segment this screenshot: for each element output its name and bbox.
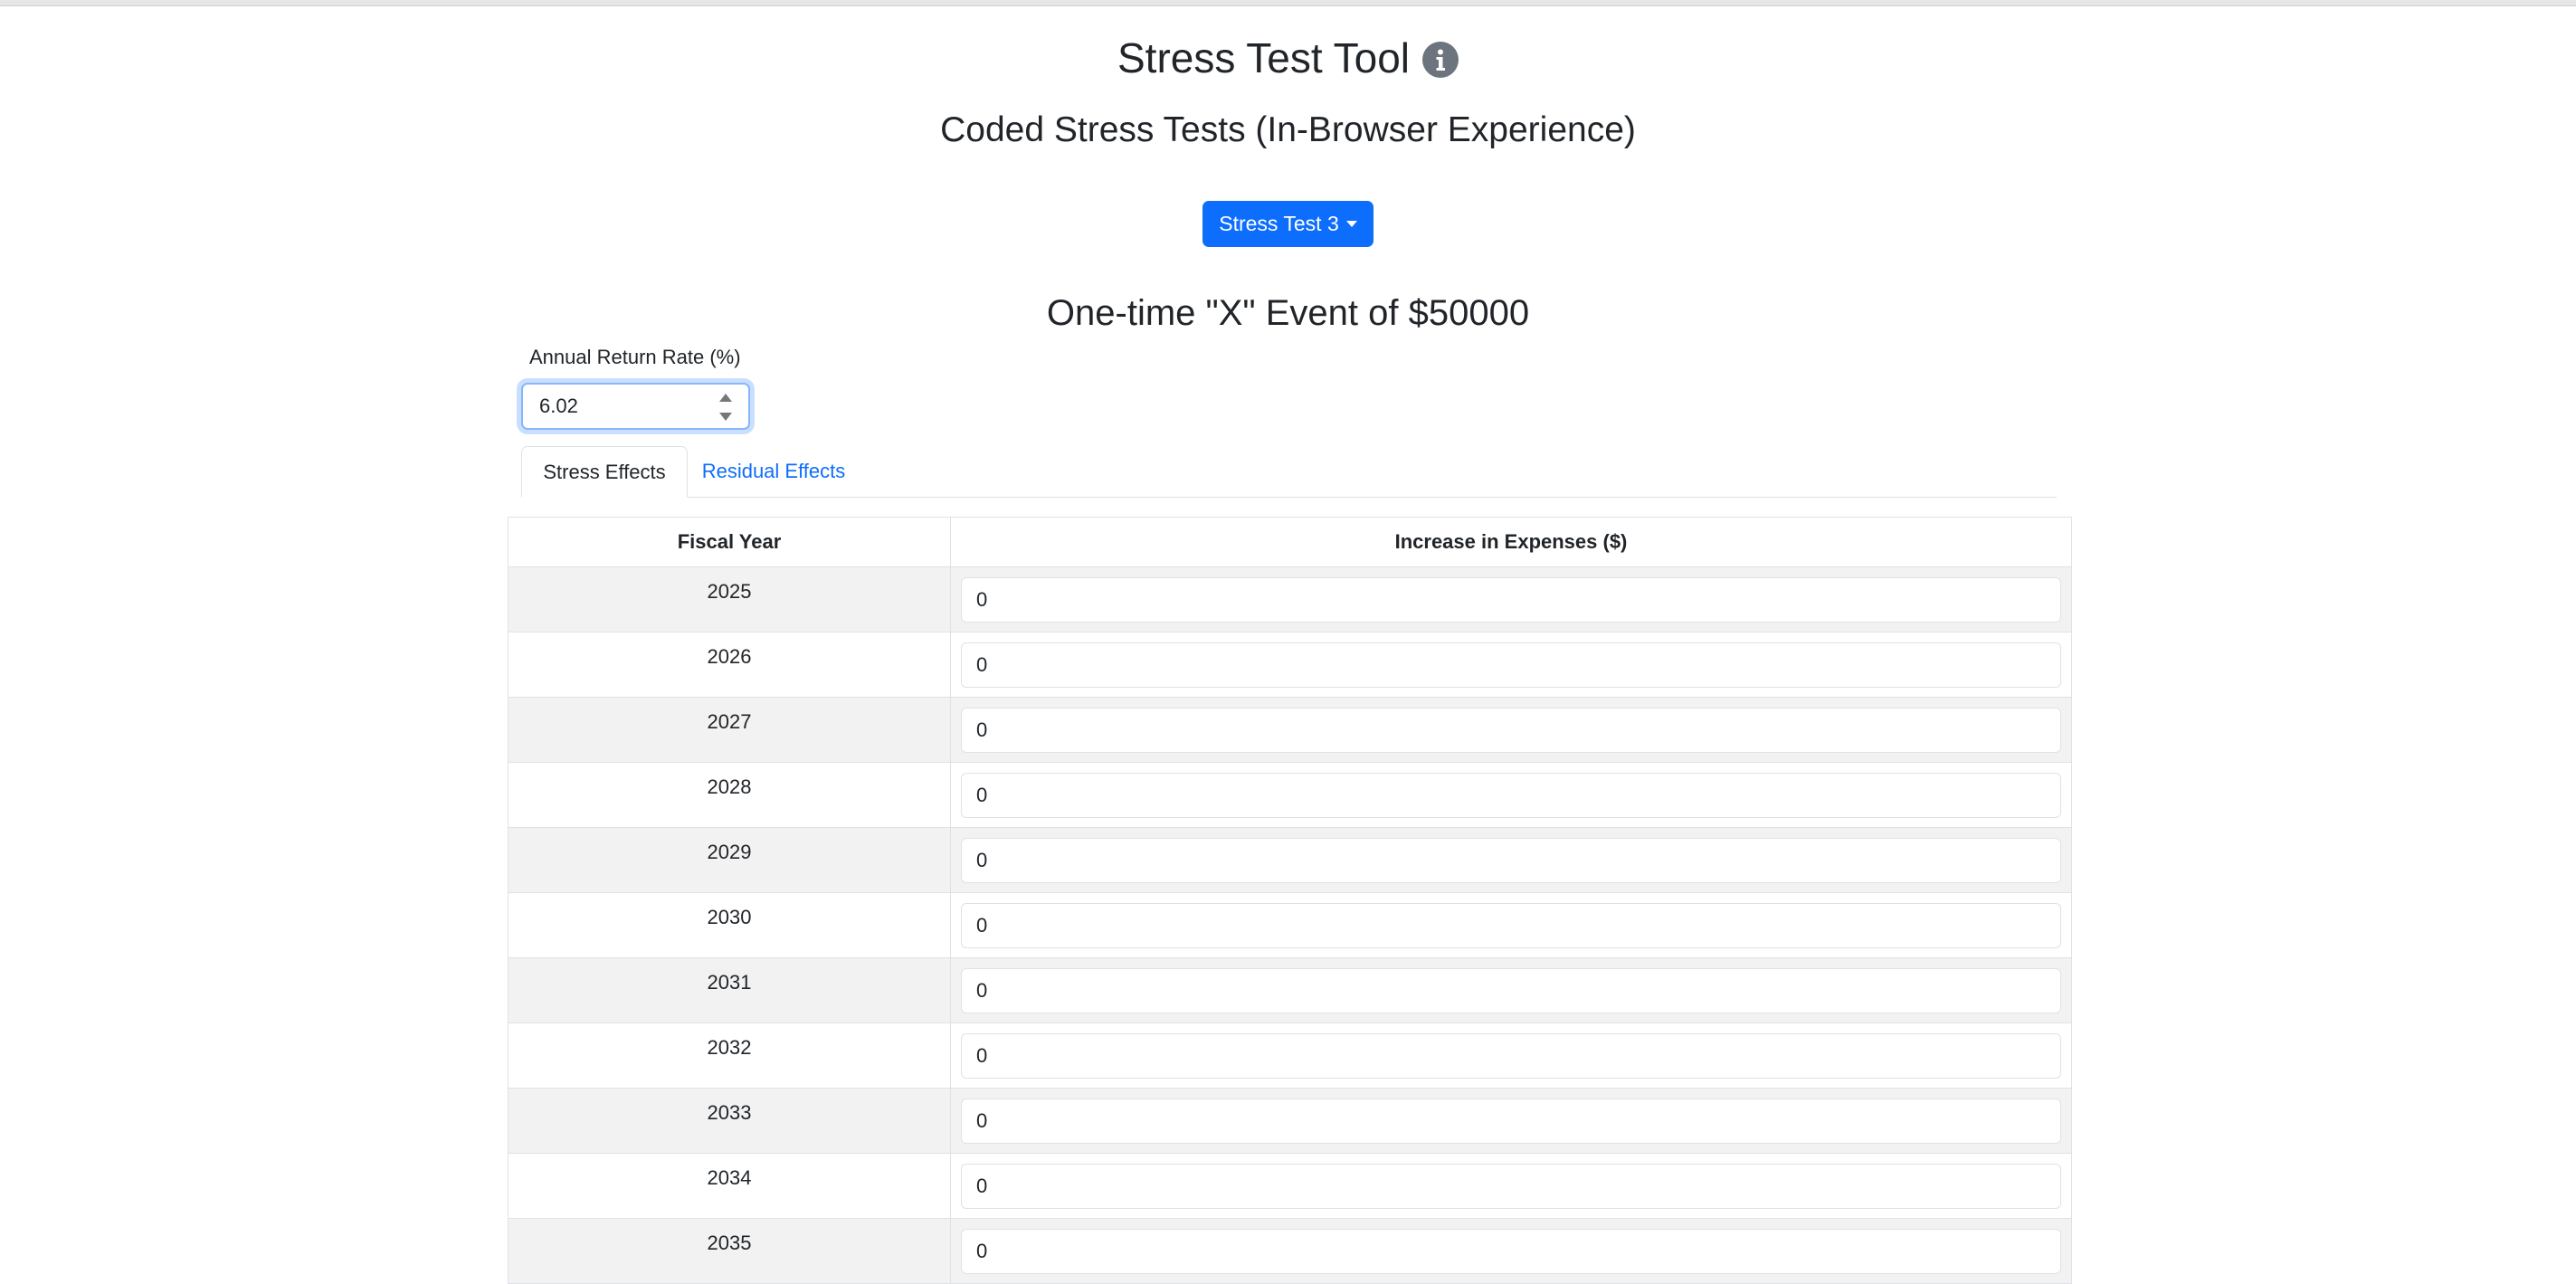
fiscal-year-cell: 2026: [508, 632, 951, 698]
stress-effects-table: Fiscal Year Increase in Expenses ($) 202…: [508, 517, 2072, 1284]
tab-stress-effects[interactable]: Stress Effects: [521, 446, 688, 498]
table-row: 2027: [508, 697, 2072, 763]
caret-down-icon: [1345, 221, 1357, 227]
info-circle-icon[interactable]: [1422, 42, 1459, 78]
fiscal-year-cell: 2035: [508, 1218, 951, 1284]
expense-input[interactable]: [961, 642, 2061, 688]
annual-return-rate-label: Annual Return Rate (%): [529, 346, 741, 368]
stress-test-dropdown-button[interactable]: Stress Test 3: [1202, 201, 1374, 247]
expense-input[interactable]: [961, 1228, 2061, 1274]
dropdown-label: Stress Test 3: [1219, 212, 1339, 235]
expense-input[interactable]: [961, 1163, 2061, 1209]
stress-test-selector: Stress Test 3: [0, 201, 2576, 247]
table-row: 2028: [508, 762, 2072, 828]
expense-input[interactable]: [961, 1098, 2061, 1144]
expense-input[interactable]: [961, 576, 2061, 623]
fiscal-year-cell: 2028: [508, 762, 951, 828]
table-row: 2025: [508, 566, 2072, 632]
expense-cell: [950, 632, 2072, 698]
table-row: 2034: [508, 1153, 2072, 1219]
page-subtitle: Coded Stress Tests (In-Browser Experienc…: [940, 110, 1636, 149]
expense-input[interactable]: [961, 707, 2061, 753]
annual-return-rate-field: [521, 383, 750, 430]
expense-cell: [950, 1022, 2072, 1089]
number-spinner[interactable]: [719, 394, 732, 421]
title-row: Stress Test Tool: [0, 31, 2576, 85]
expense-cell: [950, 827, 2072, 893]
table-row: 2035: [508, 1218, 2072, 1284]
expense-cell: [950, 762, 2072, 828]
scenario-title: One-time "X" Event of $50000: [1046, 293, 1530, 333]
fiscal-year-cell: 2030: [508, 892, 951, 958]
table-row: 2026: [508, 632, 2072, 698]
expense-input[interactable]: [961, 902, 2061, 948]
increase-in-expenses-header: Increase in Expenses ($): [950, 517, 2072, 567]
fiscal-year-cell: 2032: [508, 1022, 951, 1089]
table-row: 2030: [508, 892, 2072, 958]
tab-residual-effects[interactable]: Residual Effects: [688, 446, 860, 497]
expense-input[interactable]: [961, 967, 2061, 1013]
expense-input[interactable]: [961, 1032, 2061, 1079]
table-row: 2032: [508, 1022, 2072, 1089]
fiscal-year-cell: 2033: [508, 1088, 951, 1154]
page-title: Stress Test Tool: [1117, 34, 1410, 81]
fiscal-year-cell: 2031: [508, 957, 951, 1023]
expense-cell: [950, 566, 2072, 632]
effects-tabs: Stress Effects Residual Effects: [521, 446, 2057, 498]
stress-test-page: Stress Test Tool Coded Stress Tests (In-…: [0, 0, 2576, 1284]
fiscal-year-cell: 2025: [508, 566, 951, 632]
spin-up-icon[interactable]: [719, 394, 732, 402]
expense-cell: [950, 1153, 2072, 1219]
expense-cell: [950, 892, 2072, 958]
expense-input[interactable]: [961, 772, 2061, 818]
expense-cell: [950, 957, 2072, 1023]
fiscal-year-header: Fiscal Year: [508, 517, 951, 567]
table-row: 2031: [508, 957, 2072, 1023]
fiscal-year-cell: 2029: [508, 827, 951, 893]
table-header-row: Fiscal Year Increase in Expenses ($): [508, 517, 2072, 567]
spin-down-icon[interactable]: [719, 413, 732, 421]
annual-return-rate-input[interactable]: [537, 394, 713, 419]
expense-input[interactable]: [961, 837, 2061, 883]
table-row: 2029: [508, 827, 2072, 893]
fiscal-year-cell: 2027: [508, 697, 951, 763]
table-row: 2033: [508, 1088, 2072, 1154]
expense-cell: [950, 1088, 2072, 1154]
expense-cell: [950, 1218, 2072, 1284]
expense-cell: [950, 697, 2072, 763]
fiscal-year-cell: 2034: [508, 1153, 951, 1219]
